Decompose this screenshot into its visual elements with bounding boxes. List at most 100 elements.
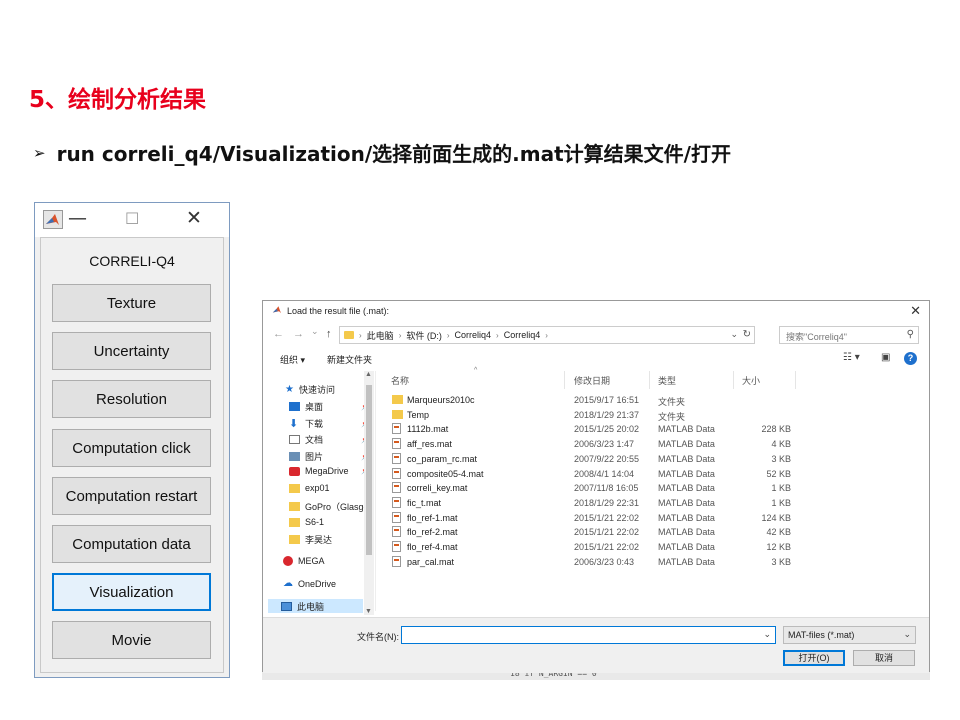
file-row[interactable]: fic_t.mat 2018/1/29 22:31 MATLAB Data 1 KB [381, 496, 801, 510]
file-row[interactable]: flo_ref-2.mat 2015/1/21 22:02 MATLAB Data 4… [381, 525, 801, 539]
column-header-name[interactable]: 名称 [391, 374, 409, 387]
file-size: 52 KB [766, 468, 791, 479]
chevron-right-icon: › [446, 330, 450, 340]
nav-scrollbar[interactable]: ▲ ▼ [364, 371, 374, 615]
preview-pane-icon[interactable]: ▣ [881, 352, 890, 363]
megadrive-icon [289, 466, 300, 476]
help-icon[interactable]: ? [904, 352, 917, 365]
nav-item-this-pc[interactable]: 此电脑 [268, 599, 363, 613]
breadcrumb-segment[interactable]: 此电脑 [367, 329, 394, 342]
computer-icon [281, 601, 292, 611]
download-icon: ⬇ [289, 418, 299, 430]
file-row[interactable]: flo_ref-4.mat 2015/1/21 22:02 MATLAB Data 1… [381, 540, 801, 554]
file-name: flo_ref-2.mat [407, 527, 458, 538]
file-row[interactable]: 1112b.mat 2015/1/25 20:02 MATLAB Data 228 K… [381, 422, 801, 436]
file-name: par_cal.mat [407, 556, 455, 567]
file-size: 12 KB [766, 542, 791, 552]
file-row[interactable]: correli_key.mat 2007/11/8 16:05 MATLAB Dat… [381, 481, 801, 495]
uncertainty-button[interactable]: Uncertainty [52, 332, 211, 370]
forward-arrow-icon[interactable]: → [293, 328, 304, 340]
up-arrow-icon[interactable]: ↑ [326, 328, 332, 340]
file-name: aff_res.mat [407, 439, 452, 450]
computation-restart-button[interactable]: Computation restart [52, 477, 211, 515]
close-button[interactable]: ✕ [186, 207, 202, 229]
file-date: 2015/1/25 20:02 [574, 424, 640, 435]
folder-icon [392, 409, 403, 419]
nav-item-label: GoPro（Glasgo [305, 502, 369, 512]
nav-item-megadrive[interactable]: MegaDrive 📌 [289, 466, 370, 476]
folder-icon [392, 395, 403, 404]
mat-file-icon [392, 555, 401, 567]
nav-item-quick-access[interactable]: ★ 快速访问 [285, 383, 335, 396]
nav-item-desktop[interactable]: 桌面 📌 [289, 400, 370, 413]
movie-button[interactable]: Movie [52, 621, 211, 659]
app-title: CORRELI-Q4 [89, 253, 175, 269]
cancel-button[interactable]: 取消 [853, 650, 915, 666]
open-button[interactable]: 打开(O) [783, 650, 845, 666]
nav-item-onedrive[interactable]: ☁ OneDrive [283, 578, 336, 589]
computation-click-button[interactable]: Computation click [52, 429, 211, 467]
nav-item-label: 文档 [305, 435, 324, 445]
desktop-icon [289, 402, 300, 411]
file-size: 4 KB [771, 439, 791, 450]
chevron-down-icon[interactable]: ⌄ [730, 329, 738, 340]
mat-file-icon [392, 496, 401, 508]
file-row[interactable]: par_cal.mat 2006/3/23 0:43 MATLAB Data 3 KB [381, 555, 801, 569]
file-type: MATLAB Data [658, 424, 715, 435]
nav-item-s6-1[interactable]: S6-1 [289, 517, 324, 527]
search-input[interactable]: 搜索"Correliq4" ⚲ [779, 326, 919, 344]
breadcrumb-segment[interactable]: 软件 (D:) [406, 329, 442, 342]
file-name: flo_ref-4.mat [407, 542, 458, 552]
folder-icon [289, 483, 300, 493]
breadcrumb-segment[interactable]: Correliq4 [504, 330, 541, 340]
visualization-button[interactable]: Visualization [52, 573, 211, 611]
nav-item-gopro[interactable]: GoPro（Glasgo [289, 500, 369, 513]
breadcrumb-segment[interactable]: Correliq4 [455, 330, 492, 340]
texture-button[interactable]: Texture [52, 284, 211, 322]
file-row[interactable]: flo_ref-1.mat 2015/1/21 22:02 MATLAB Data 1… [381, 511, 801, 525]
chevron-down-icon[interactable]: ⌄ [763, 629, 771, 640]
filename-input[interactable]: ⌄ [401, 626, 776, 644]
address-bar[interactable]: › 此电脑 › 软件 (D:) › Correliq4 › Correliq4 … [339, 326, 755, 344]
nav-item-mega[interactable]: MEGA [283, 556, 325, 566]
maximize-button[interactable]: ☐ [125, 209, 139, 228]
instruction-bullet: ➢ run correli_q4/Visualization/选择前面生成的.m… [33, 138, 731, 167]
minimize-button[interactable]: — [68, 207, 87, 229]
refresh-icon[interactable]: ↻ [743, 329, 751, 340]
file-row[interactable]: composite05-4.mat 2008/4/1 14:04 MATLAB Da… [381, 467, 801, 481]
dialog-close-button[interactable]: ✕ [910, 303, 921, 319]
chevron-down-icon: ⌄ [903, 629, 911, 639]
dialog-titlebar: Load the result file (.mat): ✕ [263, 301, 929, 321]
resolution-button[interactable]: Resolution [52, 380, 211, 418]
file-type-select[interactable]: MAT-files (*.mat) ⌄ [783, 626, 916, 644]
file-date: 2008/4/1 14:04 [574, 468, 635, 479]
recent-locations-icon[interactable]: ⌄ [311, 326, 319, 337]
file-name: flo_ref-1.mat [407, 512, 458, 523]
back-arrow-icon[interactable]: ← [273, 328, 284, 340]
file-row[interactable]: Temp 2018/1/29 21:37 文件夹 [381, 408, 801, 422]
column-header-type[interactable]: 类型 [658, 374, 676, 387]
star-icon: ★ [285, 384, 294, 395]
file-row[interactable]: Marqueurs2010c 2015/9/17 16:51 文件夹 [381, 393, 801, 407]
scroll-up-icon[interactable]: ▲ [365, 371, 372, 378]
column-header-size[interactable]: 大小 [742, 374, 760, 387]
nav-item-downloads[interactable]: ⬇ 下载 📌 [289, 417, 370, 430]
filename-label: 文件名(N): [357, 632, 399, 642]
nav-item-pictures[interactable]: 图片 📌 [289, 450, 370, 463]
computation-data-button[interactable]: Computation data [52, 525, 211, 563]
column-header-date[interactable]: 修改日期 [574, 374, 610, 387]
file-type: MATLAB Data [658, 439, 715, 450]
new-folder-button[interactable]: 新建文件夹 [327, 353, 372, 366]
organize-menu[interactable]: 组织 ▾ [280, 353, 305, 366]
nav-item-lihaoda[interactable]: 李昊达 [289, 533, 332, 546]
nav-item-documents[interactable]: 文档 📌 [289, 433, 370, 446]
scrollbar-thumb[interactable] [366, 385, 372, 555]
file-row[interactable]: co_param_rc.mat 2007/9/22 20:55 MATLAB Dat… [381, 452, 801, 466]
file-size: 42 KB [766, 527, 791, 538]
nav-item-exp01[interactable]: exp01 [289, 483, 330, 493]
matlab-logo-icon [43, 210, 63, 229]
file-row[interactable]: aff_res.mat 2006/3/23 1:47 MATLAB Data 4 KB [381, 437, 801, 451]
chevron-right-icon: › [545, 330, 548, 340]
scroll-down-icon[interactable]: ▼ [365, 608, 372, 615]
view-options-icon[interactable]: ☷ ▾ [843, 352, 860, 363]
